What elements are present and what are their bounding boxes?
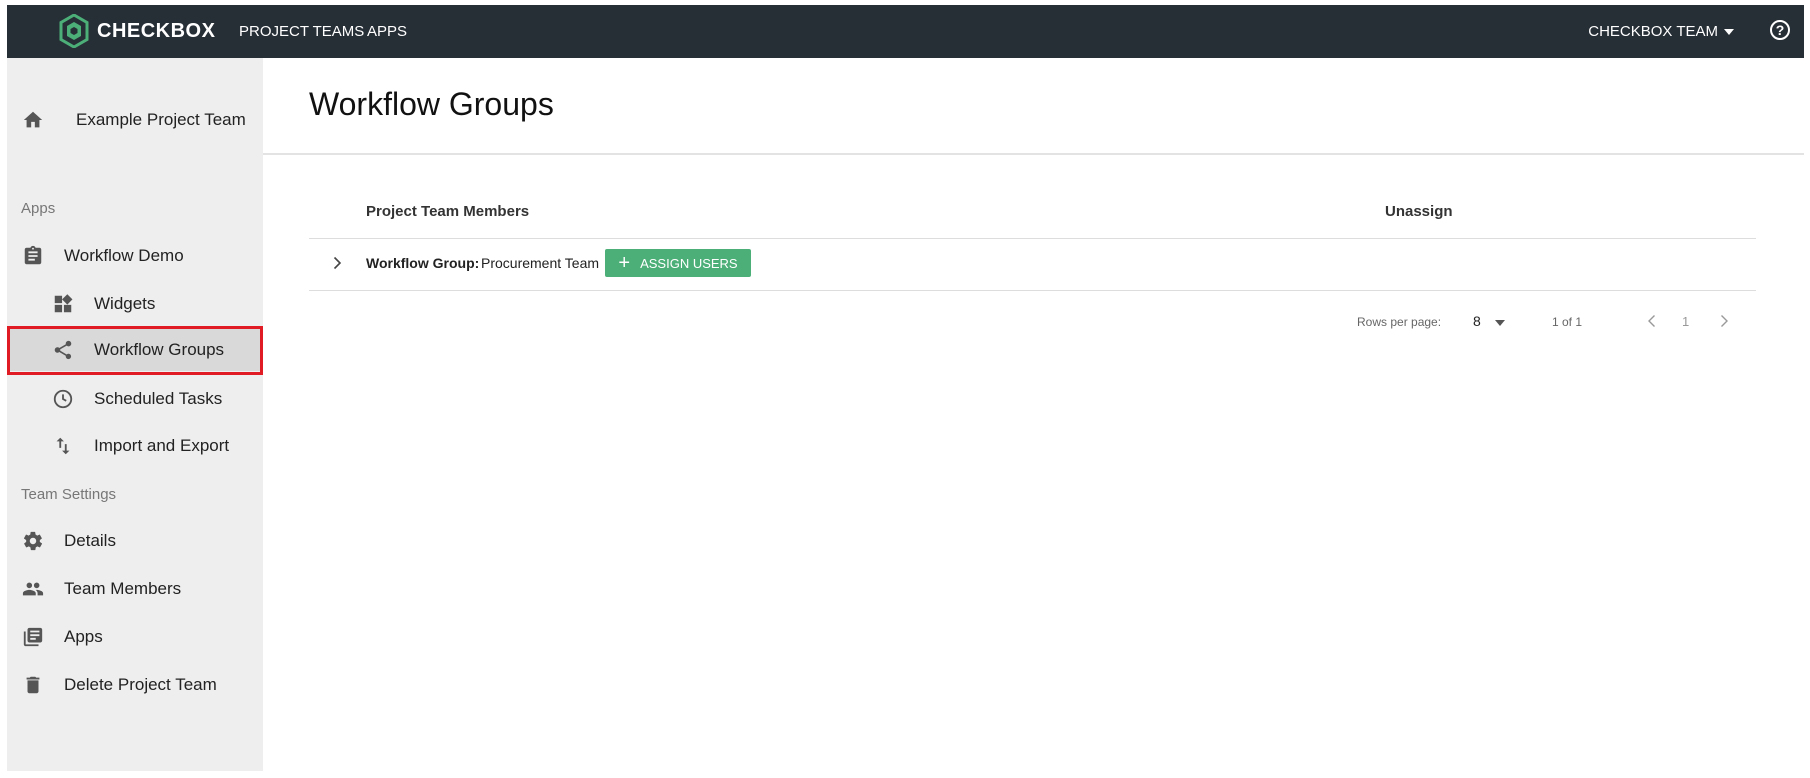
- sidebar-item-label: Delete Project Team: [64, 675, 217, 694]
- trash-icon: [26, 676, 40, 694]
- page-range: 1 of 1: [1552, 315, 1583, 329]
- sidebar-item-scheduled-tasks[interactable]: Scheduled Tasks: [7, 378, 263, 420]
- clock-icon: [53, 389, 73, 409]
- sidebar-item-widgets[interactable]: Widgets: [7, 283, 263, 325]
- caret-down-icon[interactable]: [1495, 320, 1505, 326]
- main-content: Workflow Groups Project Team Members Una…: [263, 58, 1804, 771]
- chevron-right-icon[interactable]: [329, 255, 345, 271]
- checkbox-logo-icon: [59, 14, 89, 48]
- page-title: Workflow Groups: [309, 86, 554, 122]
- divider: [263, 153, 1804, 155]
- sidebar-item-label: Details: [64, 531, 116, 550]
- sidebar-item-label: Scheduled Tasks: [94, 389, 223, 408]
- help-icon[interactable]: ?: [1770, 20, 1790, 40]
- sidebar: Example Project Team Apps Workflow Demo …: [7, 58, 263, 771]
- sidebar-item-label: Widgets: [94, 294, 156, 313]
- plus-icon: +: [618, 252, 631, 274]
- column-header-unassign: Unassign: [1385, 203, 1453, 220]
- gear-icon: [23, 531, 43, 551]
- sidebar-section-team-settings: Team Settings: [21, 486, 117, 503]
- page-number[interactable]: 1: [1682, 314, 1689, 329]
- sidebar-item-label: Workflow Demo: [64, 246, 184, 265]
- workflow-group-name: Procurement Team: [481, 255, 600, 271]
- nav-project-teams[interactable]: PROJECT TEAMS: [239, 5, 364, 58]
- sidebar-item-workflow-demo[interactable]: Workflow Demo: [7, 235, 263, 277]
- chevron-left-icon[interactable]: [1644, 313, 1660, 329]
- sidebar-section-apps: Apps: [21, 200, 56, 217]
- rows-per-page-label: Rows per page:: [1357, 315, 1442, 329]
- share-icon: [54, 340, 72, 360]
- home-icon: [23, 111, 43, 128]
- sidebar-item-label: Workflow Groups: [94, 340, 225, 359]
- sidebar-item-team-members[interactable]: Team Members: [7, 568, 263, 610]
- people-icon: [22, 582, 44, 596]
- sidebar-item-label: Apps: [64, 627, 103, 646]
- brand-name: CHECKBOX: [97, 19, 216, 42]
- sidebar-team-label: Example Project Team: [76, 110, 246, 129]
- team-menu-dropdown[interactable]: CHECKBOX TEAM: [1588, 5, 1734, 58]
- assign-users-label: ASSIGN USERS: [640, 255, 738, 271]
- import-export-icon: [56, 437, 70, 455]
- nav-apps[interactable]: APPS: [367, 5, 407, 58]
- clipboard-icon: [24, 245, 42, 265]
- table-row: Workflow Group: Procurement Team + ASSIG…: [309, 239, 1756, 291]
- sidebar-item-workflow-groups[interactable]: Workflow Groups: [7, 329, 263, 371]
- sidebar-item-delete-project-team[interactable]: Delete Project Team: [7, 664, 263, 706]
- sidebar-item-apps[interactable]: Apps: [7, 616, 263, 658]
- library-icon: [23, 627, 43, 647]
- sidebar-item-label: Import and Export: [94, 436, 230, 455]
- top-navbar: CHECKBOX PROJECT TEAMS APPS CHECKBOX TEA…: [7, 5, 1804, 58]
- sidebar-item-label: Team Members: [64, 579, 182, 598]
- widgets-icon: [54, 294, 73, 313]
- sidebar-item-details[interactable]: Details: [7, 520, 263, 562]
- table-header: Project Team Members Unassign: [309, 188, 1756, 239]
- team-menu-label: CHECKBOX TEAM: [1588, 23, 1718, 40]
- sidebar-item-import-export[interactable]: Import and Export: [7, 425, 263, 467]
- column-header-members: Project Team Members: [366, 203, 530, 220]
- checkbox-logo[interactable]: CHECKBOX: [59, 13, 215, 49]
- chevron-right-icon[interactable]: [1716, 313, 1732, 329]
- workflow-group-label: Workflow Group:: [366, 255, 480, 271]
- sidebar-team-link[interactable]: Example Project Team: [7, 100, 263, 140]
- pagination: Rows per page: 8 1 of 1 1: [309, 303, 1756, 343]
- assign-users-button[interactable]: + ASSIGN USERS: [605, 249, 751, 277]
- rows-per-page-select[interactable]: 8: [1473, 313, 1481, 329]
- caret-down-icon: [1724, 29, 1734, 36]
